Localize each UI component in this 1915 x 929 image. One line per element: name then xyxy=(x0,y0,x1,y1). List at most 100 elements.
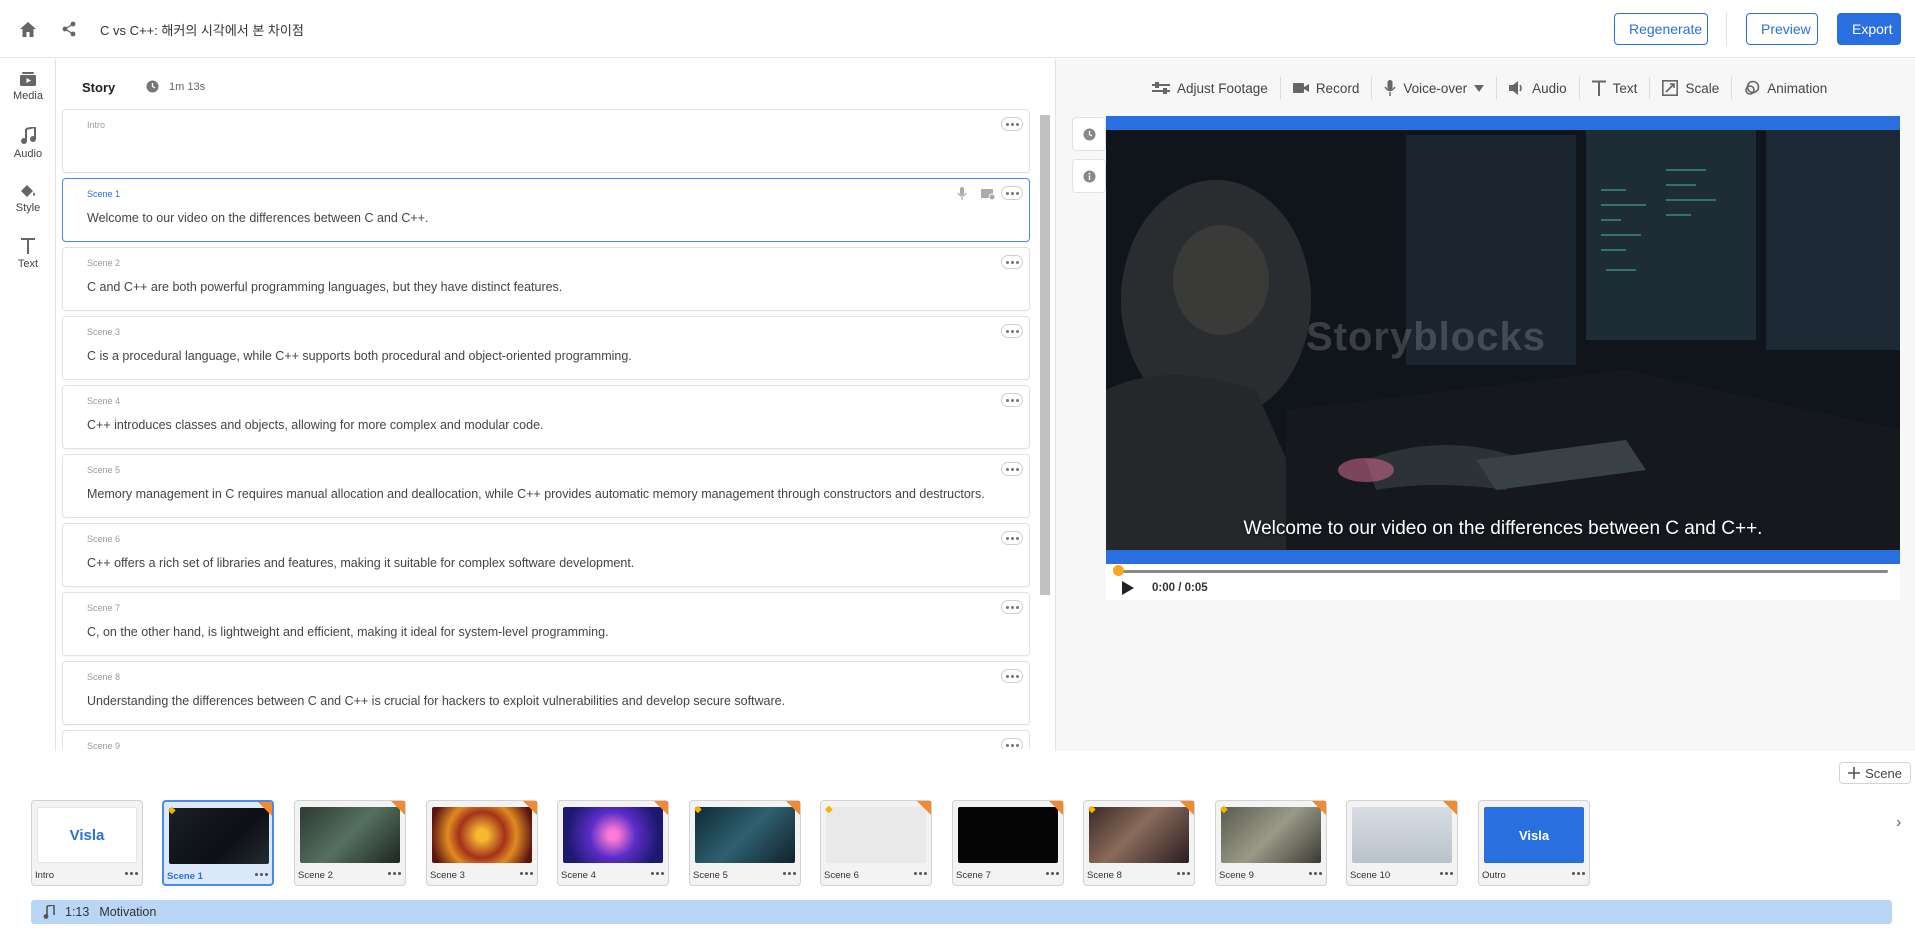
more-options-icon[interactable] xyxy=(1001,462,1023,476)
more-options-icon[interactable] xyxy=(1440,872,1453,875)
thumb-image xyxy=(695,807,795,863)
scene-card-6[interactable]: Scene 6 C++ offers a rich set of librari… xyxy=(62,523,1030,587)
microphone-icon[interactable] xyxy=(955,187,969,201)
scale-button[interactable]: Scale xyxy=(1650,80,1731,96)
thumb-label: Scene 4 xyxy=(561,870,596,881)
thumb-image: Visla xyxy=(1484,807,1584,863)
thumb-label: Scene 6 xyxy=(824,870,859,881)
add-scene-button[interactable]: Scene xyxy=(1839,762,1911,784)
animation-button[interactable]: Animation xyxy=(1732,80,1839,96)
premium-gem-icon: ◆ xyxy=(1220,804,1228,815)
scene-text[interactable]: C, on the other hand, is lightweight and… xyxy=(87,625,609,639)
more-options-icon[interactable] xyxy=(520,872,533,875)
more-options-icon[interactable] xyxy=(1001,255,1023,269)
text-tool-button[interactable]: Text xyxy=(1580,80,1650,96)
scene-text[interactable]: Welcome to our video on the differences … xyxy=(87,211,428,225)
record-button[interactable]: Record xyxy=(1281,81,1372,96)
more-options-icon[interactable] xyxy=(1001,324,1023,338)
more-options-icon[interactable] xyxy=(125,872,138,875)
rail-media[interactable]: Media xyxy=(0,71,56,119)
add-media-icon[interactable] xyxy=(981,187,995,201)
more-options-icon[interactable] xyxy=(1046,872,1059,875)
preview-button[interactable]: Preview xyxy=(1746,13,1818,45)
rail-text[interactable]: Text xyxy=(0,237,56,285)
more-options-icon[interactable] xyxy=(1572,872,1585,875)
scene-card-5[interactable]: Scene 5 Memory management in C requires … xyxy=(62,454,1030,518)
progress-track[interactable] xyxy=(1118,570,1888,573)
scene-card-4[interactable]: Scene 4 C++ introduces classes and objec… xyxy=(62,385,1030,449)
thumb-label: Outro xyxy=(1482,870,1506,881)
timeline-thumb-scene-2[interactable]: Scene 2 xyxy=(294,800,406,886)
scene-text[interactable]: C++ introduces classes and objects, allo… xyxy=(87,418,544,432)
timeline-thumb-scene-3[interactable]: Scene 3 xyxy=(426,800,538,886)
timing-tool-button[interactable] xyxy=(1072,117,1106,151)
chevron-right-icon[interactable]: › xyxy=(1896,814,1901,832)
project-title[interactable]: C vs C++: 해커의 시각에서 본 차이점 xyxy=(100,20,304,39)
timeline-thumb-scene-10[interactable]: Scene 10 xyxy=(1346,800,1458,886)
thumb-image xyxy=(563,807,663,863)
media-icon xyxy=(20,72,36,86)
timeline-thumb-scene-7[interactable]: Scene 7 xyxy=(952,800,1064,886)
more-options-icon[interactable] xyxy=(783,872,796,875)
scene-card-9[interactable]: Scene 9 xyxy=(62,730,1030,749)
scene-text[interactable]: Understanding the differences between C … xyxy=(87,694,785,708)
more-options-icon[interactable] xyxy=(1001,600,1023,614)
thumb-image xyxy=(1221,807,1321,863)
more-options-icon[interactable] xyxy=(1001,738,1023,749)
more-options-icon[interactable] xyxy=(1177,872,1190,875)
scene-card-7[interactable]: Scene 7 C, on the other hand, is lightwe… xyxy=(62,592,1030,656)
timeline-thumb-outro[interactable]: Visla Outro xyxy=(1478,800,1590,886)
text-label: Text xyxy=(1612,80,1638,96)
rail-audio[interactable]: Audio xyxy=(0,127,56,175)
rail-style[interactable]: Style xyxy=(0,183,56,231)
timeline-thumb-scene-8[interactable]: ◆ Scene 8 xyxy=(1083,800,1195,886)
video-frame: Storyblocks xyxy=(1106,130,1900,550)
more-options-icon[interactable] xyxy=(1001,393,1023,407)
more-options-icon[interactable] xyxy=(255,873,268,876)
video-caption: Welcome to our video on the differences … xyxy=(1243,518,1763,539)
sliders-icon xyxy=(1152,82,1170,94)
more-options-icon[interactable] xyxy=(1001,117,1023,131)
audio-button[interactable]: Audio xyxy=(1497,81,1579,96)
scene-card-3[interactable]: Scene 3 C is a procedural language, whil… xyxy=(62,316,1030,380)
timeline-thumb-scene-1[interactable]: ◆ Scene 1 xyxy=(162,800,274,886)
more-options-icon[interactable] xyxy=(1001,669,1023,683)
music-track-bar[interactable]: 1:13 Motivation xyxy=(31,900,1892,924)
info-tool-button[interactable] xyxy=(1072,159,1106,193)
video-camera-icon xyxy=(1292,83,1309,93)
scrollbar-thumb[interactable] xyxy=(1040,115,1050,595)
regenerate-button[interactable]: Regenerate xyxy=(1614,13,1708,45)
thumb-image xyxy=(432,807,532,863)
scene-text[interactable]: C and C++ are both powerful programming … xyxy=(87,280,562,294)
scene-card-2[interactable]: Scene 2 C and C++ are both powerful prog… xyxy=(62,247,1030,311)
timeline-thumb-scene-6[interactable]: ◆ Scene 6 xyxy=(820,800,932,886)
more-options-icon[interactable] xyxy=(388,872,401,875)
scene-card-8[interactable]: Scene 8 Understanding the differences be… xyxy=(62,661,1030,725)
scene-card-intro[interactable]: Intro xyxy=(62,109,1030,173)
video-preview[interactable]: Storyblocks Welcome to our video on the … xyxy=(1106,116,1900,564)
play-icon[interactable] xyxy=(1120,580,1136,596)
adjust-footage-button[interactable]: Adjust Footage xyxy=(1140,81,1280,96)
share-icon[interactable] xyxy=(58,18,80,40)
home-icon[interactable] xyxy=(17,18,39,40)
more-options-icon[interactable] xyxy=(1001,531,1023,545)
audio-label: Audio xyxy=(1532,80,1567,96)
export-button[interactable]: Export xyxy=(1837,13,1901,45)
scene-text[interactable]: C++ offers a rich set of libraries and f… xyxy=(87,556,634,570)
scene-card-1[interactable]: Scene 1 Welcome to our video on the diff… xyxy=(62,178,1030,242)
scene-label: Scene 6 xyxy=(87,534,121,544)
thumb-image: Visla xyxy=(37,807,137,863)
timeline-thumb-scene-5[interactable]: ◆ Scene 5 xyxy=(689,800,801,886)
timeline-thumb-intro[interactable]: Visla Intro xyxy=(31,800,143,886)
voice-over-button[interactable]: Voice-over xyxy=(1372,80,1496,96)
thumb-label: Scene 5 xyxy=(693,870,728,881)
scene-text[interactable]: C is a procedural language, while C++ su… xyxy=(87,349,632,363)
progress-knob[interactable] xyxy=(1113,565,1124,576)
timeline-thumb-scene-9[interactable]: ◆ Scene 9 xyxy=(1215,800,1327,886)
more-options-icon[interactable] xyxy=(914,872,927,875)
more-options-icon[interactable] xyxy=(651,872,664,875)
more-options-icon[interactable] xyxy=(1309,872,1322,875)
timeline-thumb-scene-4[interactable]: Scene 4 xyxy=(557,800,669,886)
more-options-icon[interactable] xyxy=(1001,186,1023,200)
scene-text[interactable]: Memory management in C requires manual a… xyxy=(87,487,985,501)
